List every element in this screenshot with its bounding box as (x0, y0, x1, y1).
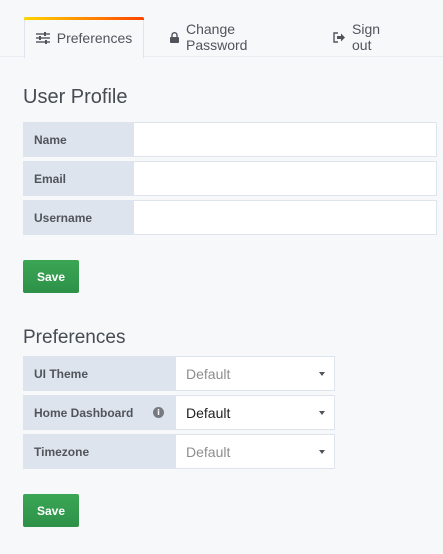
name-row: Name (23, 122, 437, 157)
user-profile-heading: User Profile (23, 86, 128, 108)
name-label: Name (23, 122, 133, 157)
home-dashboard-label: Home Dashboard i (23, 395, 175, 430)
tab-preferences[interactable]: Preferences (24, 17, 144, 58)
tab-change-password[interactable]: Change Password (170, 17, 295, 57)
email-row: Email (23, 161, 437, 196)
ui-theme-select[interactable]: Default (175, 356, 335, 391)
save-preferences-button[interactable]: Save (23, 494, 79, 527)
ui-theme-row: UI Theme Default (23, 356, 335, 391)
sliders-icon (35, 32, 50, 44)
username-row: Username (23, 200, 437, 235)
home-dashboard-value: Default (186, 404, 231, 421)
ui-theme-label: UI Theme (23, 356, 175, 391)
home-dashboard-select[interactable]: Default (175, 395, 335, 430)
email-label: Email (23, 161, 133, 196)
caret-down-icon (319, 450, 325, 454)
tab-preferences-label: Preferences (56, 30, 133, 46)
home-dashboard-row: Home Dashboard i Default (23, 395, 335, 430)
home-dashboard-label-text: Home Dashboard (34, 405, 134, 420)
username-label: Username (23, 200, 133, 235)
timezone-label: Timezone (23, 434, 175, 469)
tab-sign-out-label: Sign out (352, 21, 381, 53)
save-profile-button[interactable]: Save (23, 260, 79, 293)
timezone-value: Default (186, 443, 231, 460)
info-icon[interactable]: i (153, 407, 164, 418)
username-input[interactable] (133, 200, 437, 235)
ui-theme-value: Default (186, 365, 231, 382)
email-input[interactable] (133, 161, 437, 196)
tab-bar: Preferences Change Password Sign out (0, 0, 443, 58)
tab-change-password-label: Change Password (186, 21, 248, 53)
lock-icon (170, 31, 179, 43)
tab-sign-out[interactable]: Sign out (333, 17, 403, 57)
caret-down-icon (319, 372, 325, 376)
preferences-heading: Preferences (23, 327, 126, 348)
timezone-select[interactable]: Default (175, 434, 335, 469)
caret-down-icon (319, 411, 325, 415)
name-input[interactable] (133, 122, 437, 157)
timezone-row: Timezone Default (23, 434, 335, 469)
sign-out-icon (333, 31, 345, 43)
